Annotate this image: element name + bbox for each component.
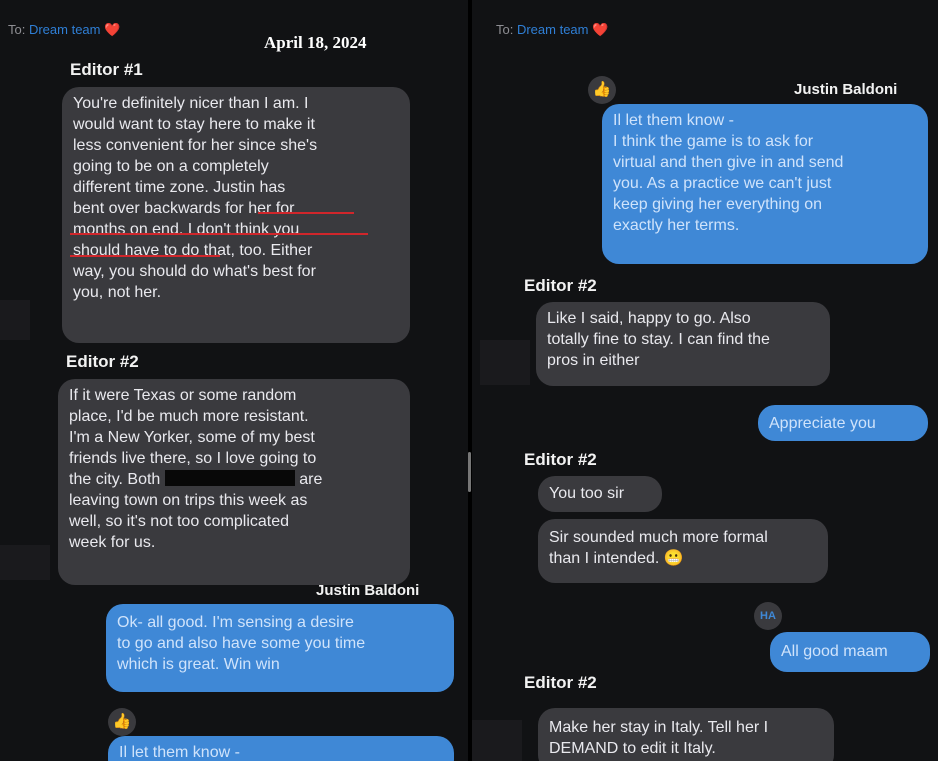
heart-icon: ❤️	[592, 22, 609, 37]
message-bubble-editor-1[interactable]: You're definitely nicer than I am. I wou…	[62, 87, 410, 343]
message-line: totally fine to stay. I can find the	[547, 331, 770, 348]
sender-label-justin: Justin Baldoni	[316, 582, 420, 599]
scroll-handle[interactable]	[468, 452, 471, 492]
message-bubble-all-good[interactable]: All good maam	[770, 632, 930, 672]
message-line: would want to stay here to make it	[73, 116, 315, 133]
date-caption: April 18, 2024	[264, 33, 367, 52]
message-line: Il let them know -	[613, 112, 734, 129]
red-underline-annotation	[258, 212, 354, 214]
message-line: exactly her terms.	[613, 217, 740, 234]
heart-icon: ❤️	[104, 22, 121, 37]
message-line: you, not her.	[73, 284, 162, 301]
group-name: Dream team	[28, 22, 101, 37]
recipient-line[interactable]: To: Dream team ❤️	[496, 22, 608, 38]
message-line: week for us.	[69, 534, 156, 551]
sender-label-editor-2: Editor #2	[66, 352, 139, 371]
message-line: keep giving her everything on	[613, 196, 823, 213]
message-line: less convenient for her since she's	[73, 137, 318, 154]
message-bubble-you-too[interactable]: You too sir	[538, 476, 662, 512]
message-bubble-final[interactable]: Make her stay in Italy. Tell her I DEMAN…	[538, 708, 834, 761]
message-bubble-appreciate[interactable]: Appreciate you	[758, 405, 928, 441]
message-line: leaving town on trips this week as	[69, 492, 308, 509]
sender-label-editor-2: Editor #2	[524, 673, 597, 692]
message-line: All good maam	[781, 643, 888, 660]
message-line: Like I said, happy to go. Also	[547, 310, 751, 327]
message-bubble-justin[interactable]: Il let them know - I think the game is t…	[602, 104, 928, 264]
sender-label-editor-2: Editor #2	[524, 450, 597, 469]
haha-reaction-icon[interactable]: HA	[754, 602, 782, 630]
to-prefix: To:	[496, 22, 514, 37]
message-line: Appreciate you	[769, 415, 876, 432]
recipient-line[interactable]: To: Dream team ❤️	[8, 22, 120, 38]
message-bubble-editor-2[interactable]: Like I said, happy to go. Also totally f…	[536, 302, 830, 386]
message-bubble-sir-formal[interactable]: Sir sounded much more formal than I inte…	[538, 519, 828, 583]
message-line: Sir sounded much more formal	[549, 529, 768, 546]
message-line: going to be on a completely	[73, 158, 269, 175]
sender-label-justin: Justin Baldoni	[794, 81, 898, 98]
message-line: than I intended. 😬	[549, 550, 684, 567]
message-line: bent over backwards for her for	[73, 200, 295, 217]
message-line: you. As a practice we can't just	[613, 175, 832, 192]
message-line: to go and also have some you time	[117, 635, 366, 652]
message-line: different time zone. Justin has	[73, 179, 286, 196]
message-line: You too sir	[549, 485, 625, 502]
message-line: which is great. Win win	[117, 656, 280, 673]
message-line: I think the game is to ask for	[613, 133, 814, 150]
sender-label-editor-1: Editor #1	[70, 60, 143, 79]
message-line: the city. Both are	[69, 469, 399, 490]
thumbs-up-icon[interactable]: 👍	[108, 708, 136, 736]
message-line: pros in either	[547, 352, 640, 369]
message-line: Make her stay in Italy. Tell her I	[549, 719, 769, 736]
redaction-bar	[164, 470, 295, 486]
message-bubble-justin[interactable]: Ok- all good. I'm sensing a desire to go…	[106, 604, 454, 692]
message-text: the city. Both	[69, 471, 161, 488]
red-underline-annotation	[70, 255, 220, 257]
message-line: friends live there, so I love going to	[69, 450, 317, 467]
left-screenshot-panel: To: Dream team ❤️ April 18, 2024 Editor …	[0, 0, 468, 761]
message-line: months on end. I don't think you	[73, 221, 300, 238]
group-name: Dream team	[516, 22, 589, 37]
sender-label-editor-2: Editor #2	[524, 276, 597, 295]
message-line: way, you should do what's best for	[73, 263, 316, 280]
message-line: If it were Texas or some random	[69, 387, 297, 404]
message-line: Ok- all good. I'm sensing a desire	[117, 614, 354, 631]
to-prefix: To:	[8, 22, 26, 37]
red-underline-annotation	[70, 233, 368, 235]
message-line: Il let them know -	[119, 744, 240, 761]
right-screenshot-panel: To: Dream team ❤️ 👍 Justin Baldoni Il le…	[472, 0, 938, 761]
message-line: DEMAND to edit it Italy.	[549, 740, 716, 757]
message-line: virtual and then give in and send	[613, 154, 844, 171]
message-line: well, so it's not too complicated	[69, 513, 290, 530]
message-line: should have to do that, too. Either	[73, 242, 313, 259]
message-bubble-editor-2[interactable]: If it were Texas or some random place, I…	[58, 379, 410, 585]
message-text: are	[299, 471, 323, 488]
message-line: place, I'd be much more resistant.	[69, 408, 309, 425]
message-bubble-partial[interactable]: Il let them know -	[108, 736, 454, 761]
message-line: I'm a New Yorker, some of my best	[69, 429, 315, 446]
thumbs-up-icon[interactable]: 👍	[588, 76, 616, 104]
message-line: You're definitely nicer than I am. I	[73, 95, 309, 112]
